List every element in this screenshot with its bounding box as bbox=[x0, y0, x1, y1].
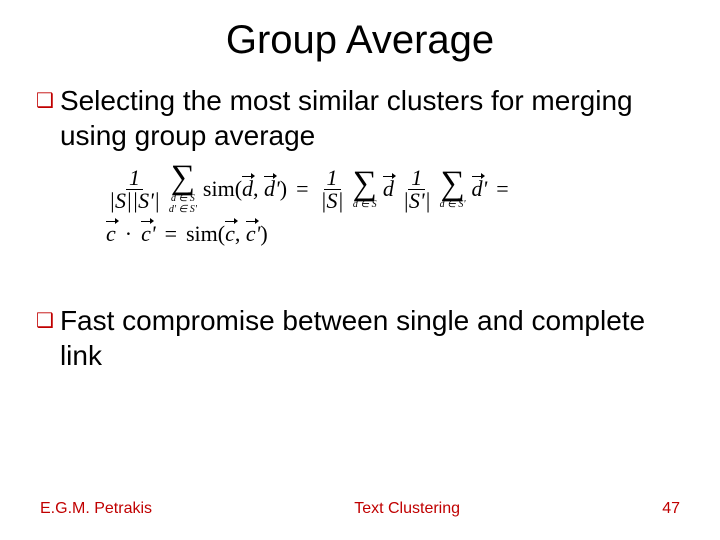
vector-c-icon: c bbox=[225, 223, 235, 245]
fraction-den: |S| bbox=[318, 190, 347, 212]
sim-term: sim(c, c') bbox=[186, 223, 268, 245]
fraction: 1 |S| bbox=[318, 167, 347, 212]
equals: = bbox=[162, 223, 180, 245]
summation: ∑ d ∈ S' bbox=[440, 169, 466, 210]
slide: Group Average ❑ Selecting the most simil… bbox=[0, 0, 720, 540]
sigma-icon: ∑ bbox=[440, 169, 464, 199]
fraction-num: 1 bbox=[126, 167, 143, 190]
bullet-text: Fast compromise between single and compl… bbox=[60, 303, 684, 373]
summation: ∑ d ∈ S bbox=[353, 169, 377, 210]
formula-line-1: 1 |S||S'| ∑ d ∈ S d' ∈ S' sim(d, d') = 1… bbox=[106, 163, 684, 215]
vector-dprime-icon: d' bbox=[472, 178, 488, 200]
dot-op: · bbox=[122, 223, 135, 245]
fraction: 1 |S'| bbox=[400, 167, 434, 212]
sigma-icon: ∑ bbox=[353, 169, 377, 199]
sum-bound: d ∈ S' bbox=[440, 199, 466, 210]
summation: ∑ d ∈ S d' ∈ S' bbox=[169, 163, 197, 215]
vector-d-icon: d bbox=[383, 178, 394, 200]
bullet-text: Selecting the most similar clusters for … bbox=[60, 83, 684, 153]
fraction: 1 |S||S'| bbox=[106, 167, 163, 212]
bullet-item: ❑ Selecting the most similar clusters fo… bbox=[36, 83, 684, 153]
sigma-icon: ∑ bbox=[171, 163, 195, 193]
sum-bound: d ∈ S bbox=[171, 193, 195, 204]
bullet-marker-icon: ❑ bbox=[36, 303, 54, 339]
formula-line-2: c · c' = sim(c, c') bbox=[106, 223, 684, 245]
fraction-num: 1 bbox=[324, 167, 341, 190]
bullet-item: ❑ Fast compromise between single and com… bbox=[36, 303, 684, 373]
vector-cprime-icon: c' bbox=[141, 223, 155, 245]
vector-cprime-icon: c' bbox=[246, 223, 260, 245]
page-title: Group Average bbox=[0, 0, 720, 73]
sum-bound: d' ∈ S' bbox=[169, 204, 197, 215]
fraction-num: 1 bbox=[408, 167, 425, 190]
footer-page-number: 47 bbox=[662, 500, 680, 518]
vector-dprime-icon: d' bbox=[264, 178, 280, 200]
equals: = bbox=[493, 178, 511, 200]
vector-c-icon: c bbox=[106, 223, 116, 245]
slide-body: ❑ Selecting the most similar clusters fo… bbox=[0, 73, 720, 373]
vector-d-icon: d bbox=[242, 178, 253, 200]
fraction-den: |S'| bbox=[400, 190, 434, 212]
slide-footer: E.G.M. Petrakis Text Clustering 47 bbox=[0, 500, 720, 518]
fraction-den: |S||S'| bbox=[106, 190, 163, 212]
footer-author: E.G.M. Petrakis bbox=[40, 500, 152, 518]
sum-bound: d ∈ S bbox=[353, 199, 377, 210]
formula-block: 1 |S||S'| ∑ d ∈ S d' ∈ S' sim(d, d') = 1… bbox=[36, 159, 684, 263]
equals: = bbox=[293, 178, 311, 200]
sim-term: sim(d, d') bbox=[203, 178, 287, 200]
footer-title: Text Clustering bbox=[152, 500, 662, 518]
bullet-marker-icon: ❑ bbox=[36, 83, 54, 119]
